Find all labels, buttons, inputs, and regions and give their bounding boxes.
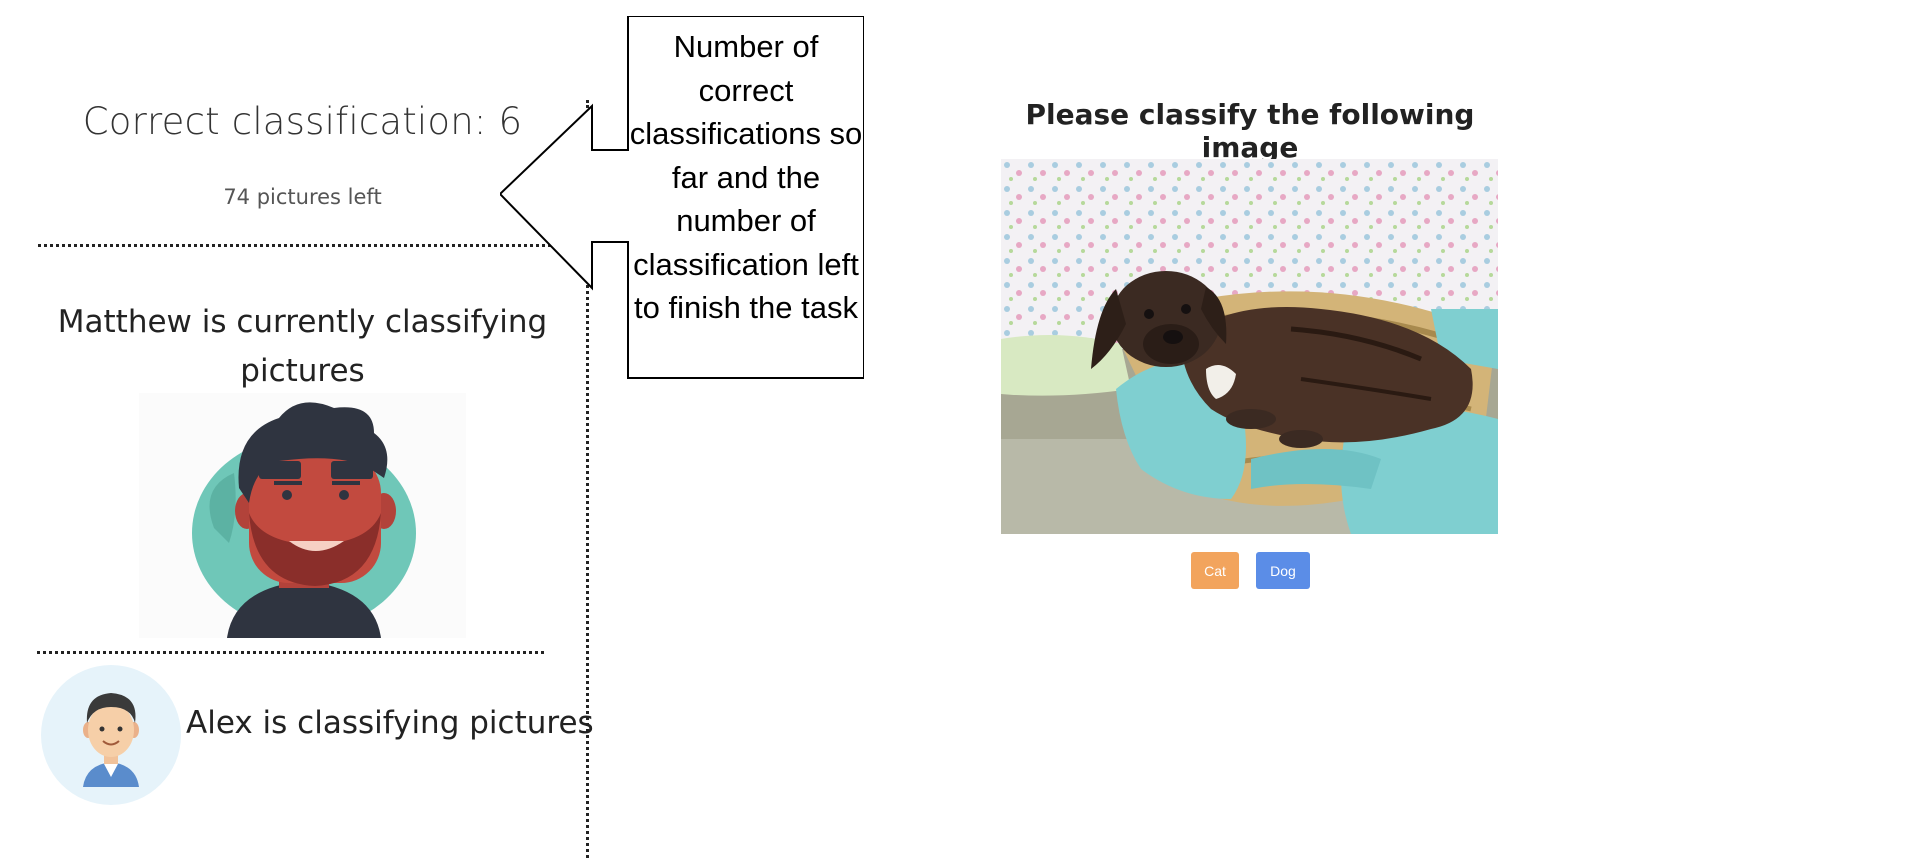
- alex-status-text: Alex is classifying pictures: [186, 705, 594, 741]
- correct-classification-count: Correct classification: 6: [82, 100, 523, 143]
- dog-button[interactable]: Dog: [1256, 552, 1310, 589]
- matthew-avatar: [139, 393, 466, 638]
- callout-text: Number of correct classifications so far…: [629, 29, 863, 325]
- classification-prompt: Please classify the following image: [1025, 98, 1475, 164]
- pictures-left-count: 74 pictures left: [223, 185, 382, 209]
- alex-avatar: [41, 665, 181, 805]
- cat-button[interactable]: Cat: [1191, 552, 1239, 589]
- man-avatar-icon: [83, 693, 139, 787]
- matthew-status-text: Matthew is currently classifying picture…: [57, 304, 548, 389]
- classification-image: [1001, 159, 1498, 534]
- page: Correct classification: 6 74 pictures le…: [0, 0, 1920, 868]
- bearded-man-avatar-icon: [192, 402, 416, 638]
- section-divider: [38, 244, 551, 247]
- section-divider: [37, 651, 544, 654]
- puppy-in-basket-photo: [1001, 159, 1498, 534]
